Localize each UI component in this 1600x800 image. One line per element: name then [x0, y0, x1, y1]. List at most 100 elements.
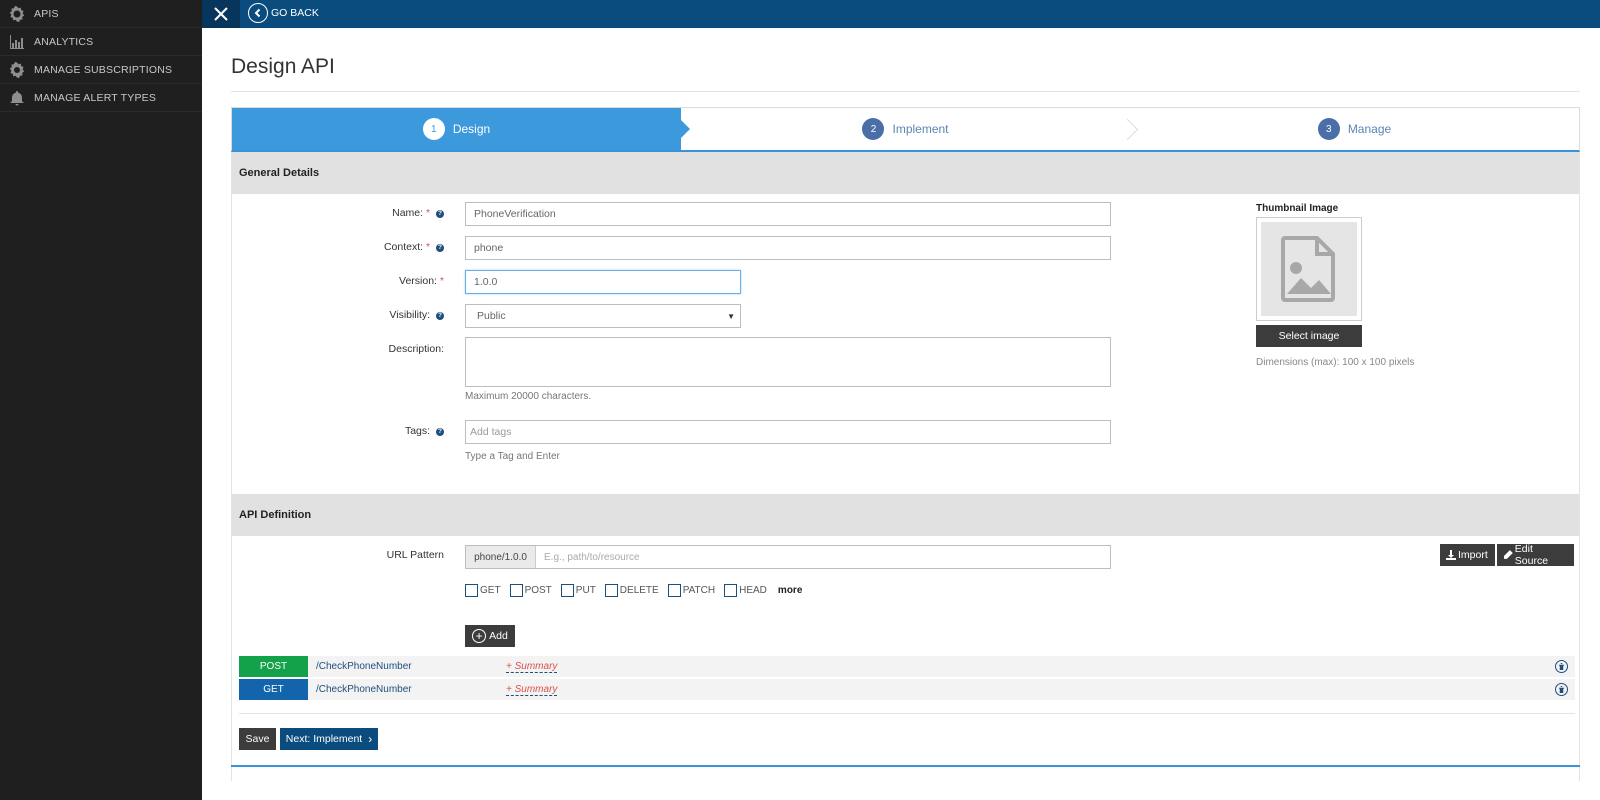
- resource-row[interactable]: GET /CheckPhoneNumber + Summary: [239, 679, 1575, 700]
- sidebar-item-label: ANALYTICS: [34, 35, 94, 48]
- edit-source-label: Edit Source: [1514, 543, 1549, 567]
- help-icon[interactable]: ?: [436, 312, 444, 320]
- help-icon[interactable]: ?: [436, 244, 444, 252]
- add-summary-link[interactable]: + Summary: [506, 684, 558, 696]
- close-button[interactable]: [202, 0, 240, 28]
- description-hint: Maximum 20000 characters.: [465, 391, 592, 402]
- add-label: Add: [489, 630, 508, 642]
- tags-hint: Type a Tag and Enter: [465, 451, 560, 462]
- verb-badge-get[interactable]: GET: [239, 679, 308, 700]
- select-image-button[interactable]: Select image: [1256, 325, 1362, 347]
- sidebar-item-label: MANAGE ALERT TYPES: [34, 91, 157, 104]
- method-put[interactable]: PUT: [560, 584, 596, 597]
- description-label: Description:: [388, 343, 444, 355]
- description-textarea[interactable]: [465, 337, 1111, 387]
- chevron-right-icon: ›: [368, 732, 373, 746]
- verb-badge-post[interactable]: POST: [239, 656, 308, 677]
- download-icon: [1446, 550, 1456, 560]
- thumbnail-preview[interactable]: [1256, 217, 1362, 321]
- sidebar-item-manage-subscriptions[interactable]: MANAGE SUBSCRIPTIONS: [0, 56, 202, 84]
- visibility-label-text: Visibility:: [389, 309, 431, 321]
- method-head[interactable]: HEAD: [724, 584, 767, 597]
- add-resource-button[interactable]: + Add: [465, 625, 515, 647]
- url-pattern-input[interactable]: E.g., path/to/resource: [536, 546, 1110, 568]
- next-implement-button[interactable]: Next: Implement ›: [280, 728, 378, 750]
- thumbnail-title: Thumbnail Image: [1256, 203, 1339, 214]
- edit-source-button[interactable]: Edit Source: [1497, 543, 1574, 567]
- version-label-text: Version:: [399, 275, 437, 287]
- resource-path[interactable]: /CheckPhoneNumber: [308, 684, 506, 695]
- trash-icon[interactable]: [1555, 660, 1568, 673]
- url-pattern-label: URL Pattern: [386, 549, 444, 561]
- gear-icon: [8, 61, 26, 79]
- context-label-text: Context:: [383, 241, 424, 253]
- name-input[interactable]: PhoneVerification: [465, 202, 1111, 226]
- wizard-steps: 1 Design 2 Implement 3 Manage: [231, 107, 1580, 152]
- sidebar-item-label: APIS: [34, 7, 59, 20]
- step-implement[interactable]: 2 Implement: [681, 108, 1130, 150]
- method-label: HEAD: [739, 585, 767, 596]
- method-label: DELETE: [619, 585, 659, 596]
- required-mark: *: [439, 275, 444, 287]
- context-label: Context: * ?: [232, 241, 444, 253]
- add-summary-link[interactable]: + Summary: [506, 661, 558, 673]
- divider: [231, 91, 1580, 92]
- next-label: Next: Implement: [285, 733, 363, 745]
- visibility-select[interactable]: Public ▼: [465, 304, 741, 328]
- step-design[interactable]: 1 Design: [232, 108, 690, 150]
- version-input[interactable]: 1.0.0: [465, 270, 741, 294]
- step-number: 2: [862, 118, 885, 140]
- api-definition-section: URL Pattern phone/1.0.0 E.g., path/to/re…: [232, 536, 1579, 721]
- go-back-button[interactable]: GO BACK: [248, 3, 319, 23]
- sidebar-item-label: MANAGE SUBSCRIPTIONS: [34, 63, 173, 76]
- more-methods-link[interactable]: more: [778, 585, 802, 596]
- checkbox[interactable]: [724, 584, 738, 597]
- help-icon[interactable]: ?: [436, 428, 444, 436]
- method-label: PUT: [575, 585, 596, 596]
- import-button[interactable]: Import: [1440, 544, 1495, 566]
- method-get[interactable]: GET: [465, 584, 501, 597]
- pencil-icon: [1503, 550, 1513, 559]
- tags-label: Tags: ?: [232, 425, 444, 437]
- form-actions: Save Next: Implement ›: [232, 721, 1579, 781]
- save-button[interactable]: Save: [239, 728, 276, 750]
- help-icon[interactable]: ?: [436, 210, 444, 218]
- sidebar-item-manage-alert-types[interactable]: MANAGE ALERT TYPES: [0, 84, 202, 112]
- context-input[interactable]: phone: [465, 236, 1111, 260]
- checkbox[interactable]: [604, 584, 618, 597]
- step-number: 3: [1317, 118, 1340, 140]
- required-mark: *: [425, 207, 431, 219]
- checkbox[interactable]: [667, 584, 681, 597]
- trash-icon[interactable]: [1555, 683, 1568, 696]
- method-delete[interactable]: DELETE: [604, 584, 659, 597]
- bottom-accent-line: [231, 765, 1580, 767]
- tags-input[interactable]: Add tags: [465, 420, 1111, 444]
- sidebar: APIS ANALYTICS MANAGE SUBSCRIPTIONS MANA…: [0, 0, 202, 800]
- chevron-left-icon: [248, 3, 268, 23]
- method-patch[interactable]: PATCH: [667, 584, 715, 597]
- version-label: Version: *: [232, 275, 444, 287]
- checkbox[interactable]: [560, 584, 574, 597]
- resource-row[interactable]: POST /CheckPhoneNumber + Summary: [239, 656, 1575, 677]
- resource-path[interactable]: /CheckPhoneNumber: [308, 661, 506, 672]
- bell-icon: [8, 89, 26, 107]
- caret-down-icon: ▼: [727, 312, 735, 321]
- api-definition-heading: API Definition: [232, 494, 1579, 536]
- step-label: Manage: [1347, 122, 1392, 136]
- required-mark: *: [425, 241, 431, 253]
- close-icon: [214, 7, 228, 21]
- http-method-checkboxes: GET POST PUT DELETE PATCH HEAD more: [465, 584, 802, 597]
- method-label: GET: [480, 585, 501, 596]
- image-placeholder-icon: [1261, 222, 1357, 316]
- method-post[interactable]: POST: [509, 584, 552, 597]
- step-number: 1: [422, 118, 445, 140]
- sidebar-item-analytics[interactable]: ANALYTICS: [0, 28, 202, 56]
- design-panel: General Details Name: * ? PhoneVerificat…: [231, 152, 1580, 781]
- checkbox[interactable]: [465, 584, 478, 597]
- step-label: Implement: [892, 122, 949, 136]
- step-label: Design: [452, 122, 491, 136]
- checkbox[interactable]: [509, 584, 523, 597]
- name-label-text: Name:: [392, 207, 424, 219]
- step-manage[interactable]: 3 Manage: [1130, 108, 1579, 150]
- sidebar-item-apis[interactable]: APIS: [0, 0, 202, 28]
